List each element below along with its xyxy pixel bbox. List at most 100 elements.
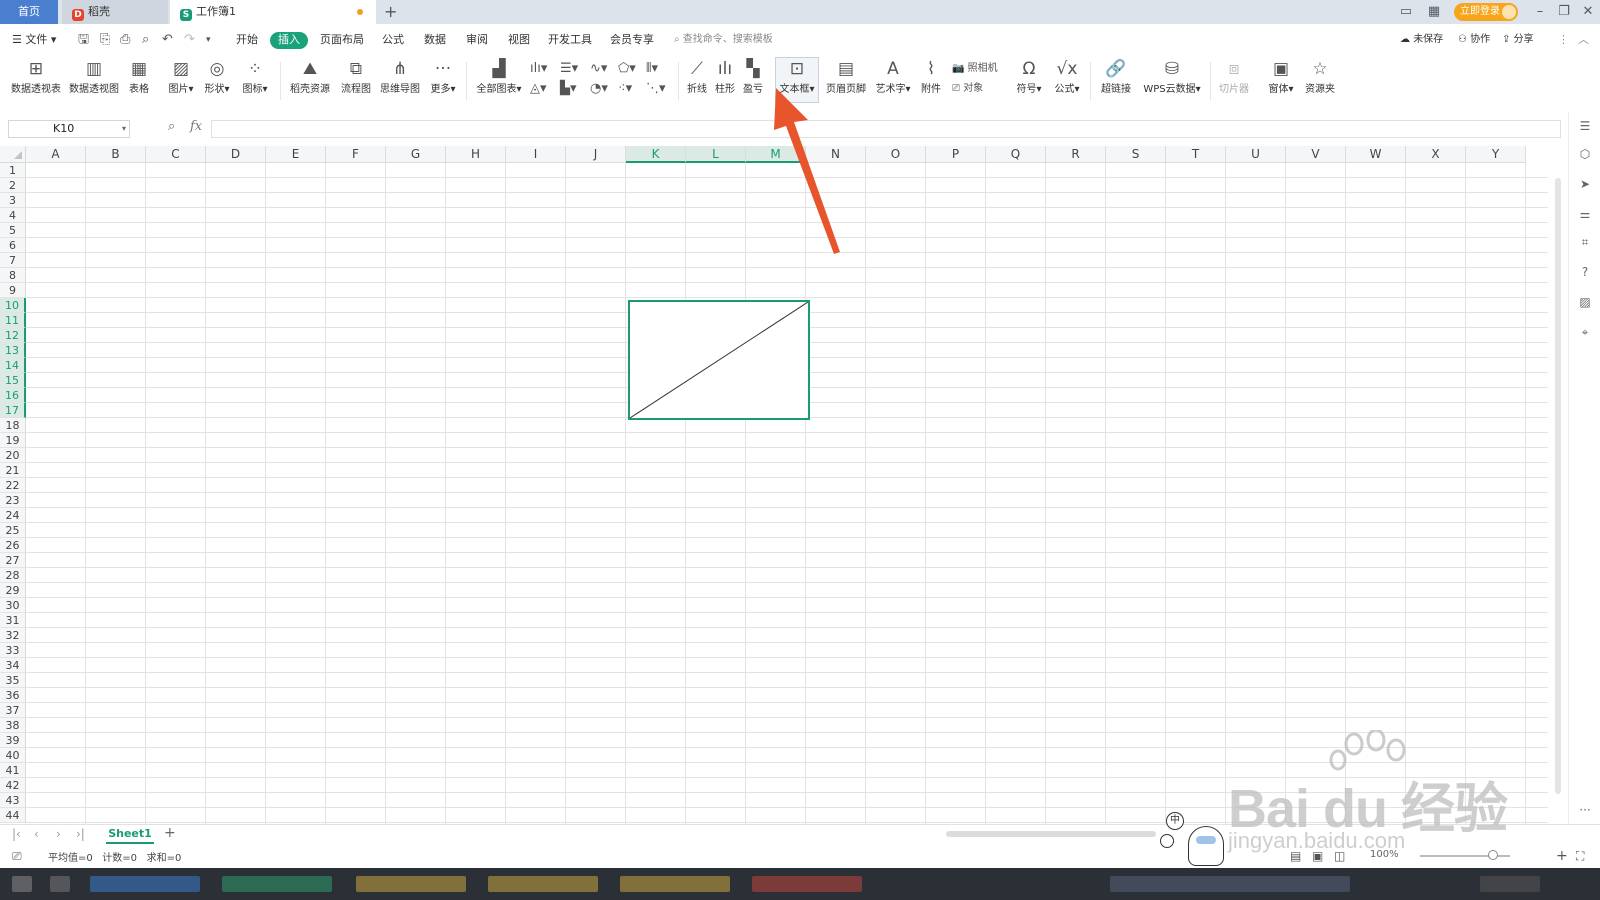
menu-page-layout[interactable]: 页面布局 bbox=[320, 32, 364, 48]
row-header-11[interactable]: 11 bbox=[0, 313, 26, 328]
column-header-a[interactable]: A bbox=[26, 146, 86, 163]
minimize-icon[interactable]: – bbox=[1532, 4, 1548, 20]
row-header-25[interactable]: 25 bbox=[0, 523, 26, 538]
column-chart-icon[interactable]: ılı▾ bbox=[530, 60, 547, 78]
row-header-29[interactable]: 29 bbox=[0, 583, 26, 598]
menu-data[interactable]: 数据 bbox=[424, 32, 446, 48]
row-header-5[interactable]: 5 bbox=[0, 223, 26, 238]
first-sheet-icon[interactable]: |‹ bbox=[12, 827, 21, 841]
collapse-ribbon-icon[interactable]: ︿ bbox=[1578, 32, 1589, 48]
row-header-41[interactable]: 41 bbox=[0, 763, 26, 778]
close-icon[interactable]: ✕ bbox=[1580, 4, 1596, 20]
menu-start[interactable]: 开始 bbox=[236, 32, 258, 48]
row-header-31[interactable]: 31 bbox=[0, 613, 26, 628]
column-header-d[interactable]: D bbox=[206, 146, 266, 163]
row-header-40[interactable]: 40 bbox=[0, 748, 26, 763]
row-header-18[interactable]: 18 bbox=[0, 418, 26, 433]
camera-button[interactable]: 📷 照相机 bbox=[952, 60, 998, 78]
more-button[interactable]: ··· 更多▾ bbox=[428, 58, 458, 102]
taskbar-app[interactable] bbox=[90, 876, 200, 892]
login-button[interactable]: 立即登录 bbox=[1454, 3, 1518, 21]
row-header-19[interactable]: 19 bbox=[0, 433, 26, 448]
row-header-6[interactable]: 6 bbox=[0, 238, 26, 253]
wps-cloud-button[interactable]: ⛁ WPS云数据▾ bbox=[1142, 58, 1202, 102]
file-menu[interactable]: ☰ 文件 ▾ bbox=[12, 32, 56, 48]
row-header-13[interactable]: 13 bbox=[0, 343, 26, 358]
formula-input[interactable] bbox=[211, 120, 1561, 138]
pointer-icon[interactable]: ➤ bbox=[1577, 176, 1593, 192]
radar-chart-icon[interactable]: ⬠▾ bbox=[618, 60, 636, 78]
taskbar-app[interactable] bbox=[50, 876, 70, 892]
command-search[interactable]: ⌕ 查找命令、搜索模板 bbox=[674, 32, 773, 48]
row-header-35[interactable]: 35 bbox=[0, 673, 26, 688]
column-header-q[interactable]: Q bbox=[986, 146, 1046, 163]
row-header-3[interactable]: 3 bbox=[0, 193, 26, 208]
image-panel-icon[interactable]: ▨ bbox=[1577, 294, 1593, 310]
ime-badge[interactable]: 中 bbox=[1166, 812, 1184, 830]
pie-chart-icon[interactable]: ◔▾ bbox=[590, 80, 608, 98]
fx-button[interactable]: fx bbox=[190, 119, 202, 134]
picture-button[interactable]: ▨ 图片▾ bbox=[166, 58, 196, 102]
ime-mascot[interactable]: 中 bbox=[1160, 812, 1230, 868]
column-header-l[interactable]: L bbox=[686, 146, 746, 163]
name-box[interactable]: K10 ▾ bbox=[8, 120, 130, 138]
column-header-i[interactable]: I bbox=[506, 146, 566, 163]
row-header-7[interactable]: 7 bbox=[0, 253, 26, 268]
slicer-button[interactable]: ⧈ 切片器 bbox=[1218, 58, 1250, 102]
customize-icon[interactable]: ▾ bbox=[206, 31, 211, 49]
taskbar-app[interactable] bbox=[488, 876, 598, 892]
help-icon[interactable]: ? bbox=[1577, 264, 1593, 280]
ime-settings-icon[interactable] bbox=[1160, 834, 1174, 848]
sparkline-column-button[interactable]: ılı 柱形 bbox=[712, 58, 738, 102]
last-sheet-icon[interactable]: ›| bbox=[76, 827, 85, 841]
vertical-scrollbar[interactable] bbox=[1552, 146, 1564, 824]
table-button[interactable]: ▦ 表格 bbox=[126, 58, 152, 102]
tab-daoke[interactable]: D 稻壳 bbox=[62, 0, 168, 24]
fullscreen-icon[interactable]: ⛶ bbox=[1576, 847, 1584, 865]
share-button[interactable]: ⇪ 分享 bbox=[1502, 32, 1534, 48]
window-button[interactable]: ▣ 窗体▾ bbox=[1266, 58, 1296, 102]
tag-icon[interactable]: ⬡ bbox=[1577, 146, 1593, 162]
column-header-t[interactable]: T bbox=[1166, 146, 1226, 163]
column-header-y[interactable]: Y bbox=[1466, 146, 1526, 163]
column-header-u[interactable]: U bbox=[1226, 146, 1286, 163]
next-sheet-icon[interactable]: › bbox=[56, 827, 61, 841]
column-header-p[interactable]: P bbox=[926, 146, 986, 163]
cell-area[interactable] bbox=[26, 163, 1548, 824]
macro-icon[interactable]: ⎚ bbox=[12, 847, 22, 865]
undo-icon[interactable]: ↶ bbox=[162, 31, 173, 49]
column-header-v[interactable]: V bbox=[1286, 146, 1346, 163]
column-header-s[interactable]: S bbox=[1106, 146, 1166, 163]
tab-workbook[interactable]: S 工作簿1 bbox=[170, 0, 376, 24]
restore-icon[interactable]: ❐ bbox=[1556, 4, 1572, 20]
row-header-2[interactable]: 2 bbox=[0, 178, 26, 193]
more-dots-icon[interactable]: ··· bbox=[1577, 802, 1593, 818]
attachment-button[interactable]: ⌇ 附件 bbox=[918, 58, 944, 102]
more-options-icon[interactable]: ⋮ bbox=[1558, 32, 1569, 48]
sparkline-winloss-button[interactable]: ▚ 盈亏 bbox=[740, 58, 766, 102]
bar-chart-icon[interactable]: ☰▾ bbox=[560, 60, 578, 78]
row-header-33[interactable]: 33 bbox=[0, 643, 26, 658]
diagonal-rectangle-shape[interactable] bbox=[628, 300, 810, 420]
save-icon[interactable]: 🖫 bbox=[78, 31, 89, 49]
scatter-chart-icon[interactable]: ⁖▾ bbox=[618, 80, 632, 98]
row-header-12[interactable]: 12 bbox=[0, 328, 26, 343]
daoke-resource-button[interactable]: ⛰ 稻壳资源 bbox=[288, 58, 332, 102]
column-header-b[interactable]: B bbox=[86, 146, 146, 163]
menu-insert[interactable]: 插入 bbox=[270, 32, 308, 49]
zoom-icon[interactable]: ⌕ bbox=[168, 119, 175, 134]
combo-chart-icon[interactable]: ▙▾ bbox=[560, 80, 577, 98]
location-icon[interactable]: ⌖ bbox=[1577, 324, 1593, 340]
apps-grid-icon[interactable]: ▦ bbox=[1426, 4, 1442, 20]
add-sheet-button[interactable]: + bbox=[164, 825, 176, 841]
taskbar-app[interactable] bbox=[356, 876, 466, 892]
row-header-34[interactable]: 34 bbox=[0, 658, 26, 673]
column-header-j[interactable]: J bbox=[566, 146, 626, 163]
menu-view[interactable]: 视图 bbox=[508, 32, 530, 48]
sliders-icon[interactable]: ⚌ bbox=[1577, 206, 1593, 222]
row-header-39[interactable]: 39 bbox=[0, 733, 26, 748]
resource-folder-button[interactable]: ☆ 资源夹 bbox=[1304, 58, 1336, 102]
column-header-o[interactable]: O bbox=[866, 146, 926, 163]
row-header-23[interactable]: 23 bbox=[0, 493, 26, 508]
shape-button[interactable]: ◎ 形状▾ bbox=[202, 58, 232, 102]
